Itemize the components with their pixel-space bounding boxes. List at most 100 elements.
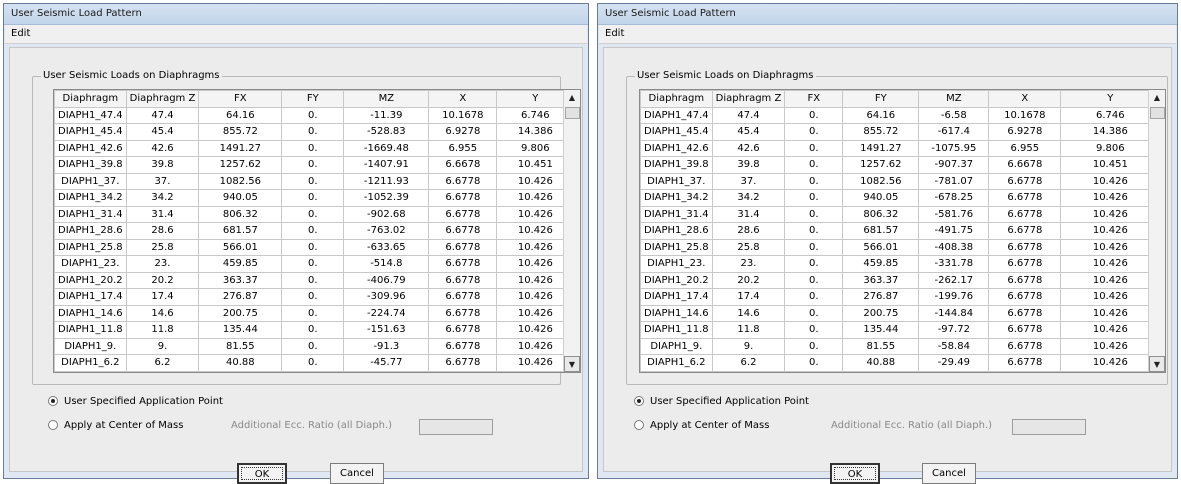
cell-y[interactable]: 9.806 bbox=[1060, 139, 1161, 157]
cell-y[interactable]: 10.426 bbox=[1060, 354, 1161, 372]
cell-fy[interactable]: 0. bbox=[281, 106, 345, 124]
table-row[interactable]: DIAPH1_20.2 20.2 363.37 0. -406.79 6.6778 10.4… bbox=[54, 271, 575, 289]
cell-fx[interactable]: 64.16 bbox=[198, 106, 283, 124]
cell-diaphragm[interactable]: DIAPH1_11.8 bbox=[640, 321, 713, 339]
cell-diaphragm-z[interactable]: 11.8 bbox=[711, 321, 786, 339]
table-row[interactable]: DIAPH1_34.2 34.2 940.05 0. -1052.39 6.6778 10.… bbox=[54, 189, 575, 207]
user-point-option[interactable]: User Specified Application Point bbox=[48, 396, 223, 407]
cell-y[interactable]: 10.426 bbox=[1060, 321, 1161, 339]
table-row[interactable]: DIAPH1_31.4 31.4 806.32 0. -902.68 6.6778 10.4… bbox=[54, 205, 575, 223]
cell-diaphragm[interactable]: DIAPH1_25.8 bbox=[640, 238, 713, 256]
vertical-scrollbar[interactable]: ▲ ▼ bbox=[563, 90, 580, 372]
cell-fy[interactable]: 855.72 bbox=[842, 123, 920, 141]
title-bar[interactable]: User Seismic Load Pattern bbox=[4, 4, 588, 25]
cell-x[interactable]: 6.955 bbox=[988, 139, 1062, 157]
title-bar[interactable]: User Seismic Load Pattern bbox=[598, 4, 1177, 25]
column-header-fy[interactable]: FY bbox=[281, 90, 345, 108]
cell-diaphragm-z[interactable]: 47.4 bbox=[711, 106, 786, 124]
table-row[interactable]: DIAPH1_20.2 20.2 0. 363.37 -262.17 6.6778 10.4… bbox=[640, 271, 1161, 289]
cell-fy[interactable]: 0. bbox=[281, 288, 345, 306]
cell-diaphragm[interactable]: DIAPH1_23. bbox=[640, 255, 713, 273]
scroll-down-arrow-icon[interactable]: ▼ bbox=[564, 356, 580, 372]
cell-x[interactable]: 6.6778 bbox=[988, 288, 1062, 306]
cell-mz[interactable]: -1669.48 bbox=[343, 139, 430, 157]
table-row[interactable]: DIAPH1_11.8 11.8 135.44 0. -151.63 6.6778 10.4… bbox=[54, 321, 575, 339]
table-row[interactable]: DIAPH1_28.6 28.6 0. 681.57 -491.75 6.6778 10.4… bbox=[640, 222, 1161, 240]
table-row[interactable]: DIAPH1_14.6 14.6 200.75 0. -224.74 6.6778 10.4… bbox=[54, 304, 575, 322]
cell-x[interactable]: 6.6778 bbox=[428, 354, 498, 372]
cell-diaphragm[interactable]: DIAPH1_34.2 bbox=[54, 189, 127, 207]
cell-fx[interactable]: 0. bbox=[784, 189, 844, 207]
cell-x[interactable]: 6.6778 bbox=[988, 189, 1062, 207]
cell-y[interactable]: 10.426 bbox=[1060, 337, 1161, 355]
cell-fy[interactable]: 363.37 bbox=[842, 271, 920, 289]
cell-diaphragm[interactable]: DIAPH1_31.4 bbox=[54, 205, 127, 223]
cell-mz[interactable]: -262.17 bbox=[918, 271, 990, 289]
cell-x[interactable]: 10.1678 bbox=[988, 106, 1062, 124]
cell-diaphragm-z[interactable]: 45.4 bbox=[125, 123, 200, 141]
cell-mz[interactable]: -763.02 bbox=[343, 222, 430, 240]
scroll-down-arrow-icon[interactable]: ▼ bbox=[1149, 356, 1165, 372]
cell-x[interactable]: 6.6778 bbox=[428, 337, 498, 355]
cell-x[interactable]: 6.6678 bbox=[428, 156, 498, 174]
cell-diaphragm[interactable]: DIAPH1_25.8 bbox=[54, 238, 127, 256]
center-of-mass-option[interactable]: Apply at Center of Mass bbox=[634, 420, 769, 431]
cell-mz[interactable]: -633.65 bbox=[343, 238, 430, 256]
cell-diaphragm-z[interactable]: 39.8 bbox=[125, 156, 200, 174]
cell-fy[interactable]: 681.57 bbox=[842, 222, 920, 240]
cell-fy[interactable]: 0. bbox=[281, 172, 345, 190]
cell-fy[interactable]: 0. bbox=[281, 238, 345, 256]
table-row[interactable]: DIAPH1_42.6 42.6 1491.27 0. -1669.48 6.955 9.8… bbox=[54, 139, 575, 157]
cell-mz[interactable]: -406.79 bbox=[343, 271, 430, 289]
scrollbar-thumb[interactable] bbox=[1150, 107, 1165, 119]
cell-diaphragm-z[interactable]: 17.4 bbox=[711, 288, 786, 306]
cell-y[interactable]: 10.426 bbox=[1060, 271, 1161, 289]
cell-diaphragm-z[interactable]: 34.2 bbox=[125, 189, 200, 207]
cell-diaphragm[interactable]: DIAPH1_34.2 bbox=[640, 189, 713, 207]
cell-x[interactable]: 6.955 bbox=[428, 139, 498, 157]
cell-mz[interactable]: -91.3 bbox=[343, 337, 430, 355]
scroll-up-arrow-icon[interactable]: ▲ bbox=[1149, 90, 1165, 106]
table-row[interactable]: DIAPH1_11.8 11.8 0. 135.44 -97.72 6.6778 10.42… bbox=[640, 321, 1161, 339]
cell-diaphragm-z[interactable]: 28.6 bbox=[711, 222, 786, 240]
cell-diaphragm[interactable]: DIAPH1_37. bbox=[640, 172, 713, 190]
cell-diaphragm[interactable]: DIAPH1_39.8 bbox=[54, 156, 127, 174]
cell-diaphragm-z[interactable]: 31.4 bbox=[125, 205, 200, 223]
cell-mz[interactable]: -514.8 bbox=[343, 255, 430, 273]
cell-fx[interactable]: 0. bbox=[784, 238, 844, 256]
cell-diaphragm-z[interactable]: 9. bbox=[711, 337, 786, 355]
cell-x[interactable]: 6.6778 bbox=[988, 304, 1062, 322]
cell-diaphragm[interactable]: DIAPH1_47.4 bbox=[640, 106, 713, 124]
cell-x[interactable]: 6.6778 bbox=[988, 354, 1062, 372]
vertical-scrollbar[interactable]: ▲ ▼ bbox=[1148, 90, 1165, 372]
cell-fx[interactable]: 806.32 bbox=[198, 205, 283, 223]
cell-fx[interactable]: 1491.27 bbox=[198, 139, 283, 157]
column-header-diaphragm-z[interactable]: Diaphragm Z bbox=[711, 90, 786, 108]
cell-y[interactable]: 10.426 bbox=[1060, 238, 1161, 256]
cell-fy[interactable]: 1491.27 bbox=[842, 139, 920, 157]
cell-mz[interactable]: -902.68 bbox=[343, 205, 430, 223]
cell-diaphragm-z[interactable]: 42.6 bbox=[711, 139, 786, 157]
cell-fx[interactable]: 940.05 bbox=[198, 189, 283, 207]
cell-mz[interactable]: -309.96 bbox=[343, 288, 430, 306]
column-header-y[interactable]: Y bbox=[1060, 90, 1161, 108]
cell-x[interactable]: 6.6778 bbox=[428, 189, 498, 207]
table-row[interactable]: DIAPH1_25.8 25.8 566.01 0. -633.65 6.6778 10.4… bbox=[54, 238, 575, 256]
cell-fx[interactable]: 0. bbox=[784, 123, 844, 141]
cell-diaphragm[interactable]: DIAPH1_28.6 bbox=[640, 222, 713, 240]
cell-fy[interactable]: 0. bbox=[281, 205, 345, 223]
cell-diaphragm-z[interactable]: 14.6 bbox=[711, 304, 786, 322]
cell-diaphragm[interactable]: DIAPH1_11.8 bbox=[54, 321, 127, 339]
cell-fy[interactable]: 806.32 bbox=[842, 205, 920, 223]
cell-x[interactable]: 6.6778 bbox=[428, 304, 498, 322]
menu-edit[interactable]: Edit bbox=[605, 28, 624, 39]
diaphragm-loads-grid[interactable]: Diaphragm Diaphragm Z FX FY MZ X Y DIAPH… bbox=[53, 89, 581, 373]
cell-mz[interactable]: -151.63 bbox=[343, 321, 430, 339]
cell-mz[interactable]: -6.58 bbox=[918, 106, 990, 124]
cell-x[interactable]: 6.6678 bbox=[988, 156, 1062, 174]
column-header-diaphragm-z[interactable]: Diaphragm Z bbox=[125, 90, 200, 108]
cell-fx[interactable]: 276.87 bbox=[198, 288, 283, 306]
cell-fy[interactable]: 940.05 bbox=[842, 189, 920, 207]
cell-y[interactable]: 10.426 bbox=[1060, 205, 1161, 223]
cell-mz[interactable]: -408.38 bbox=[918, 238, 990, 256]
